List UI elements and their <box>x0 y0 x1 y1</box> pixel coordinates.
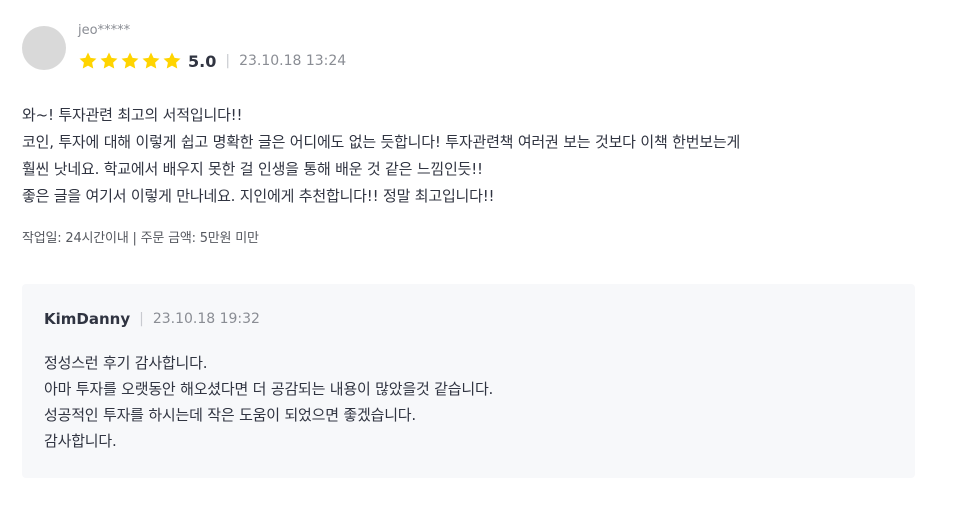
star-icon <box>141 51 161 71</box>
rating-score: 5.0 <box>188 51 217 71</box>
reply-body-line: 정성스런 후기 감사합니다. <box>44 354 208 372</box>
reply-body-line: 감사합니다. <box>44 432 117 450</box>
star-icon <box>120 51 140 71</box>
star-icon <box>78 51 98 71</box>
rating-row: 5.0 | 23.10.18 13:24 <box>78 50 346 72</box>
review-card: jeo***** 5.0 | 23.10.18 13:24 와~! 투자관련 최… <box>22 22 918 248</box>
reply-author: KimDanny <box>44 310 131 328</box>
review-date: 23.10.18 13:24 <box>239 53 347 69</box>
star-icon <box>99 51 119 71</box>
reply-separator: | <box>139 311 144 327</box>
star-rating <box>78 51 182 71</box>
review-header: jeo***** 5.0 | 23.10.18 13:24 <box>22 22 918 74</box>
order-info: 작업일: 24시간이내 | 주문 금액: 5만원 미만 <box>22 231 259 246</box>
seller-reply: KimDanny | 23.10.18 19:32 정성스런 후기 감사합니다.… <box>22 284 915 478</box>
reviewer-username: jeo***** <box>78 23 131 38</box>
reply-date: 23.10.18 19:32 <box>152 311 260 327</box>
review-meta: jeo***** 5.0 | 23.10.18 13:24 <box>78 22 346 72</box>
reply-body: 정성스런 후기 감사합니다. 아마 투자를 오랫동안 해오셨다면 더 공감되는 … <box>44 350 493 454</box>
review-body-line: 좋은 글을 여기서 이렇게 만나네요. 지인에게 추천합니다!! 정말 최고입니… <box>22 187 495 205</box>
star-icon <box>162 51 182 71</box>
avatar <box>22 26 66 70</box>
review-body-line: 코인, 투자에 대해 이렇게 쉽고 명확한 글은 어디에도 없는 듯합니다! 투… <box>22 133 741 151</box>
review-body: 와~! 투자관련 최고의 서적입니다!! 코인, 투자에 대해 이렇게 쉽고 명… <box>22 102 918 210</box>
reply-header: KimDanny | 23.10.18 19:32 <box>44 309 260 329</box>
meta-separator: | <box>225 53 231 69</box>
reply-body-line: 아마 투자를 오랫동안 해오셨다면 더 공감되는 내용이 많았을것 같습니다. <box>44 380 494 398</box>
reply-body-line: 성공적인 투자를 하시는데 작은 도움이 되었으면 좋겠습니다. <box>44 406 416 424</box>
review-body-line: 와~! 투자관련 최고의 서적입니다!! <box>22 106 243 124</box>
review-body-line: 훨씬 낫네요. 학교에서 배우지 못한 걸 인생을 통해 배운 것 같은 느낌인… <box>22 160 483 178</box>
